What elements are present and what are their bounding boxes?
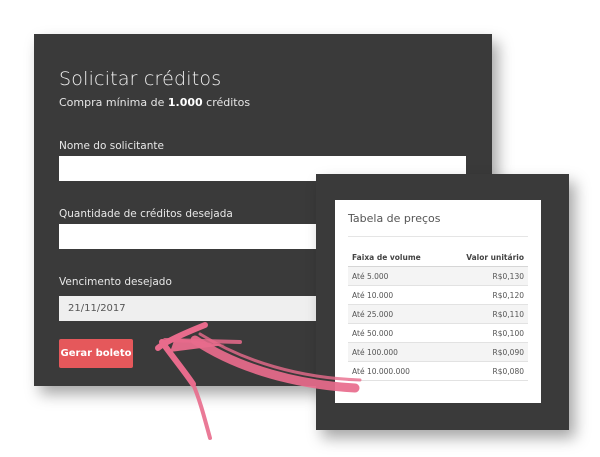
- curved-arrow-icon: [155, 322, 362, 440]
